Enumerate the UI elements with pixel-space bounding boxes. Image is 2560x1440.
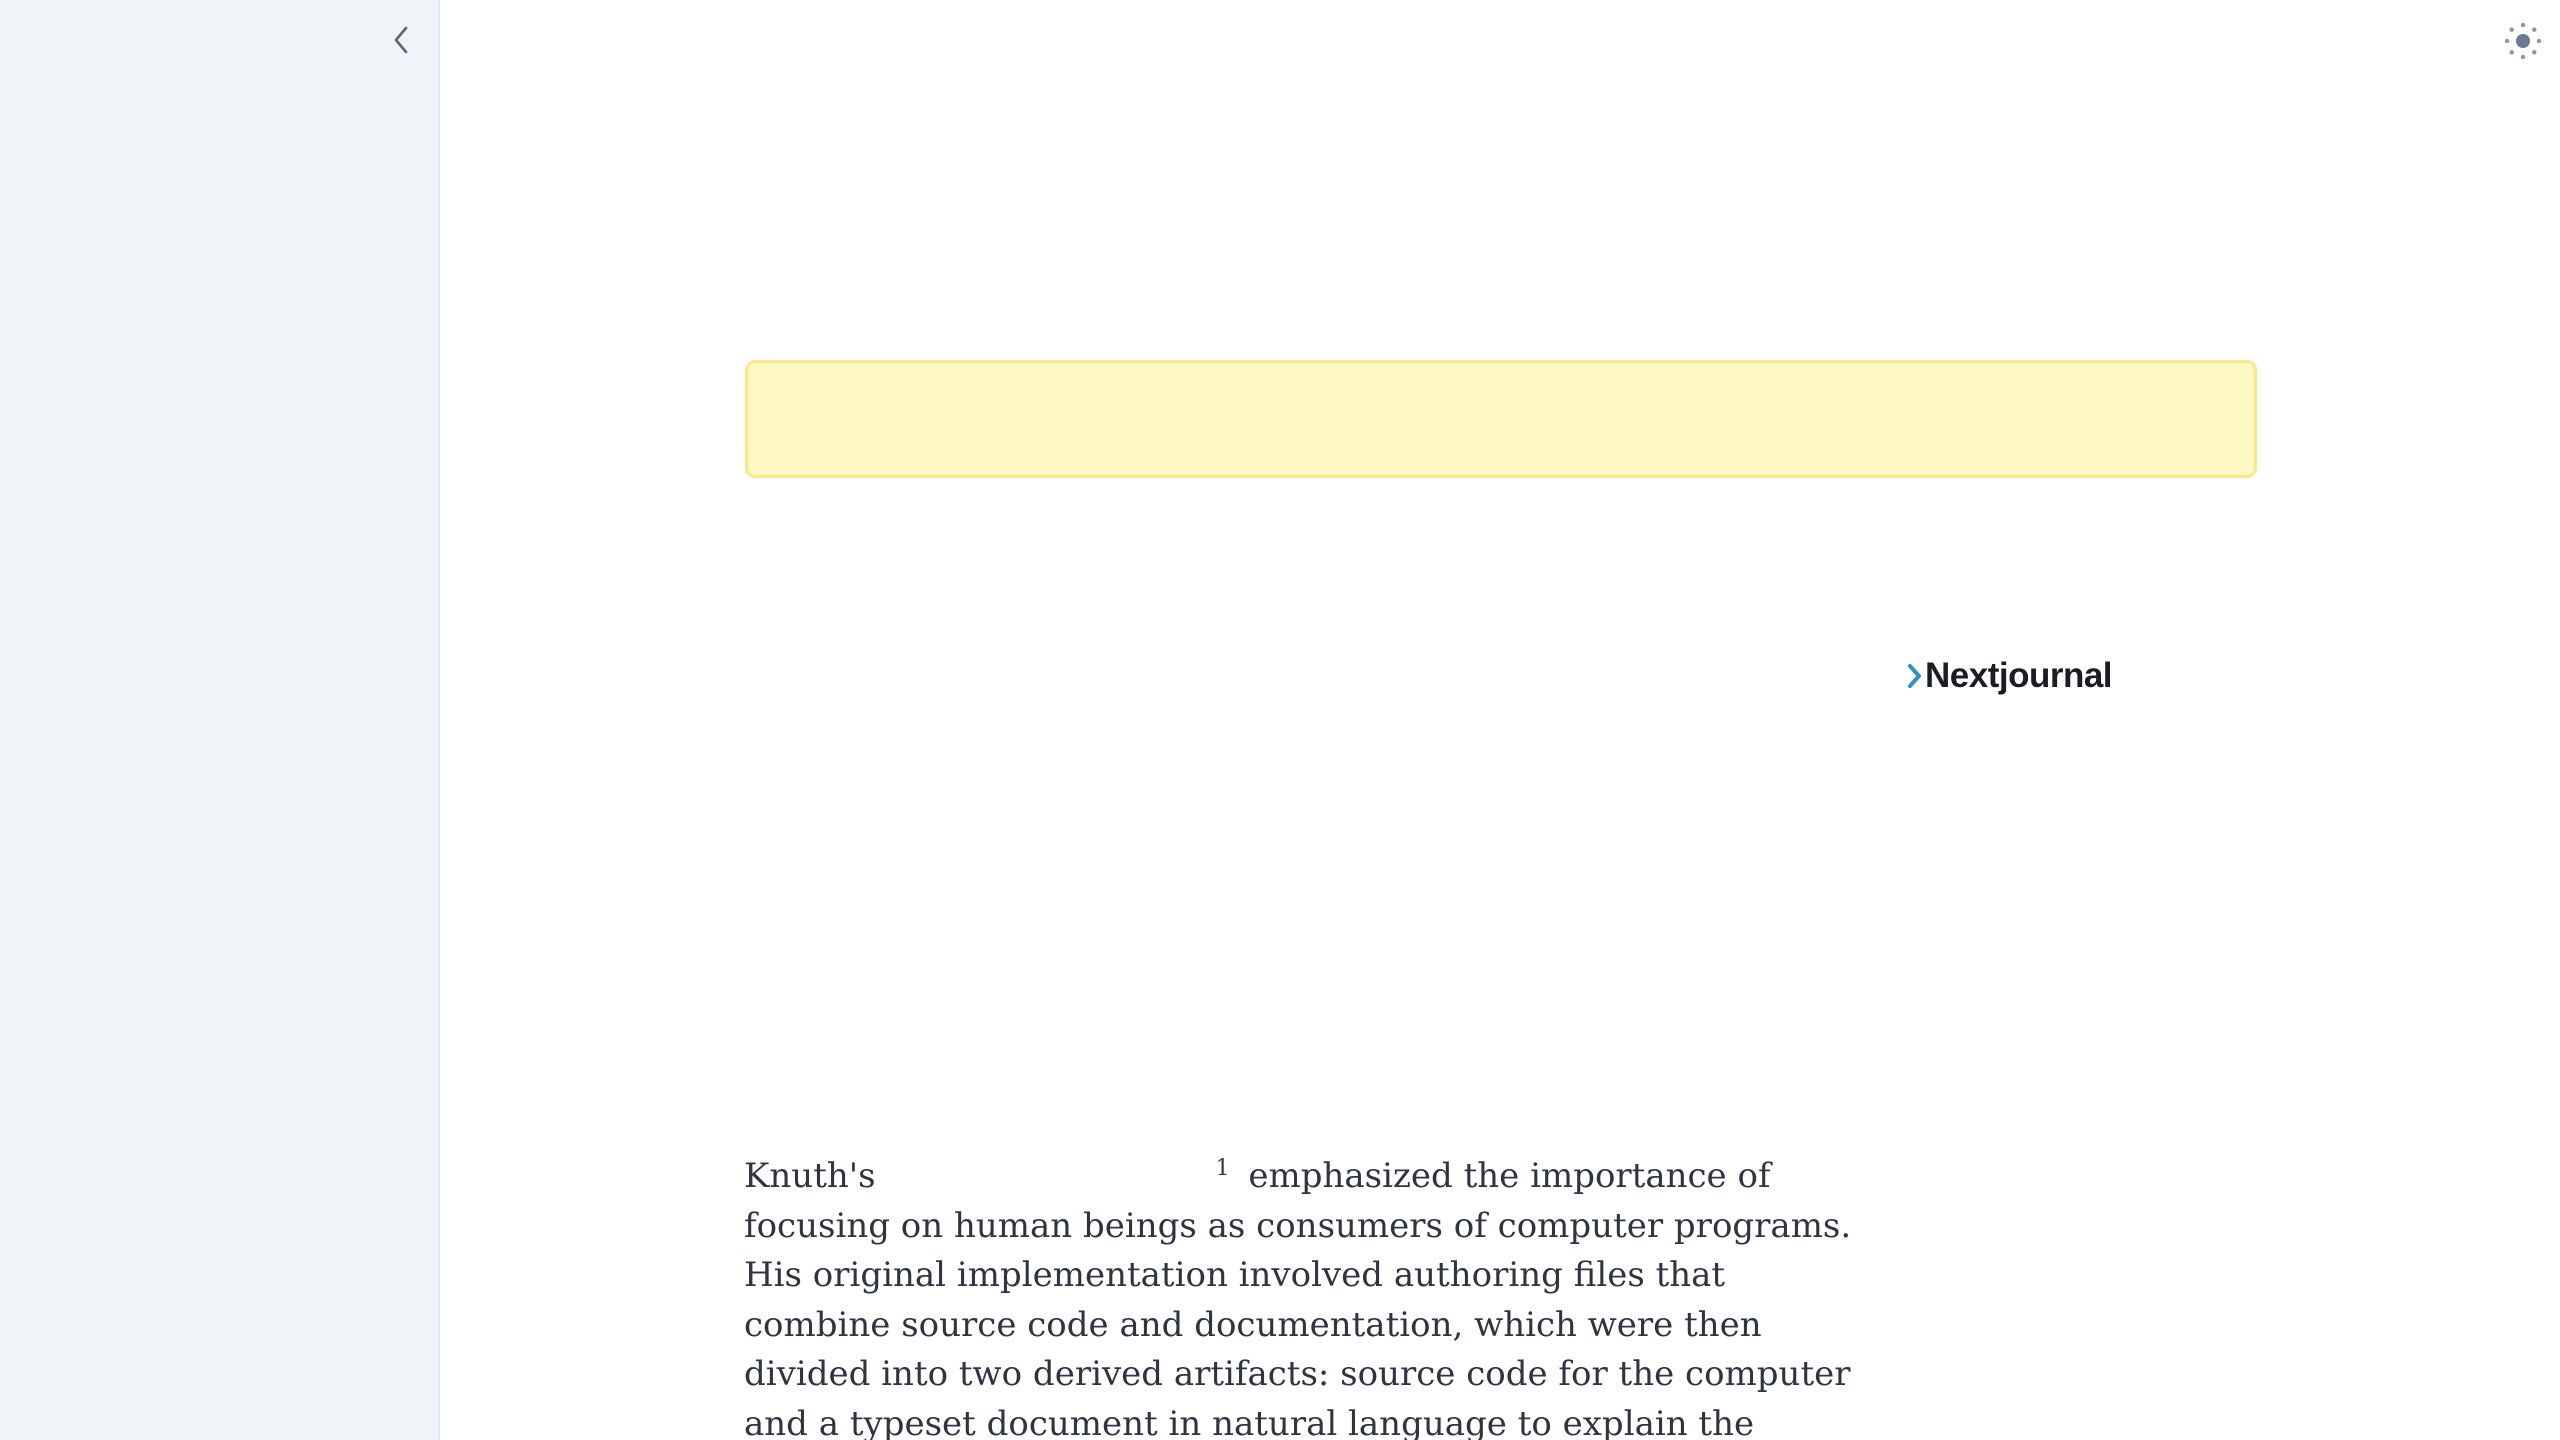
article-paragraph: Knuth's 1 emphasized the importance of fo… — [744, 1152, 1854, 1440]
paragraph-text: emphasized the importance of focusing on… — [744, 1156, 1852, 1440]
nextjournal-logo[interactable]: Nextjournal — [1907, 656, 2113, 696]
theme-toggle-button[interactable] — [2502, 20, 2544, 62]
logo-chevron-icon — [1908, 664, 1921, 688]
intro-word: Knuth's — [744, 1156, 876, 1196]
footnote-ref[interactable]: 1 — [1216, 1156, 1230, 1181]
main-content: Nextjournal Knuth's 1 emphasized the impo… — [440, 0, 2560, 1440]
sidebar — [0, 0, 440, 1440]
chevron-left-icon — [394, 26, 408, 54]
collapse-sidebar-button[interactable] — [386, 22, 416, 58]
article-body: Knuth's 1 emphasized the importance of fo… — [744, 1152, 1854, 1440]
sun-icon — [2504, 22, 2542, 60]
notice-banner — [745, 360, 2257, 478]
logo-text: Nextjournal — [1925, 656, 2113, 695]
app-window: Nextjournal Knuth's 1 emphasized the impo… — [0, 0, 2560, 1440]
